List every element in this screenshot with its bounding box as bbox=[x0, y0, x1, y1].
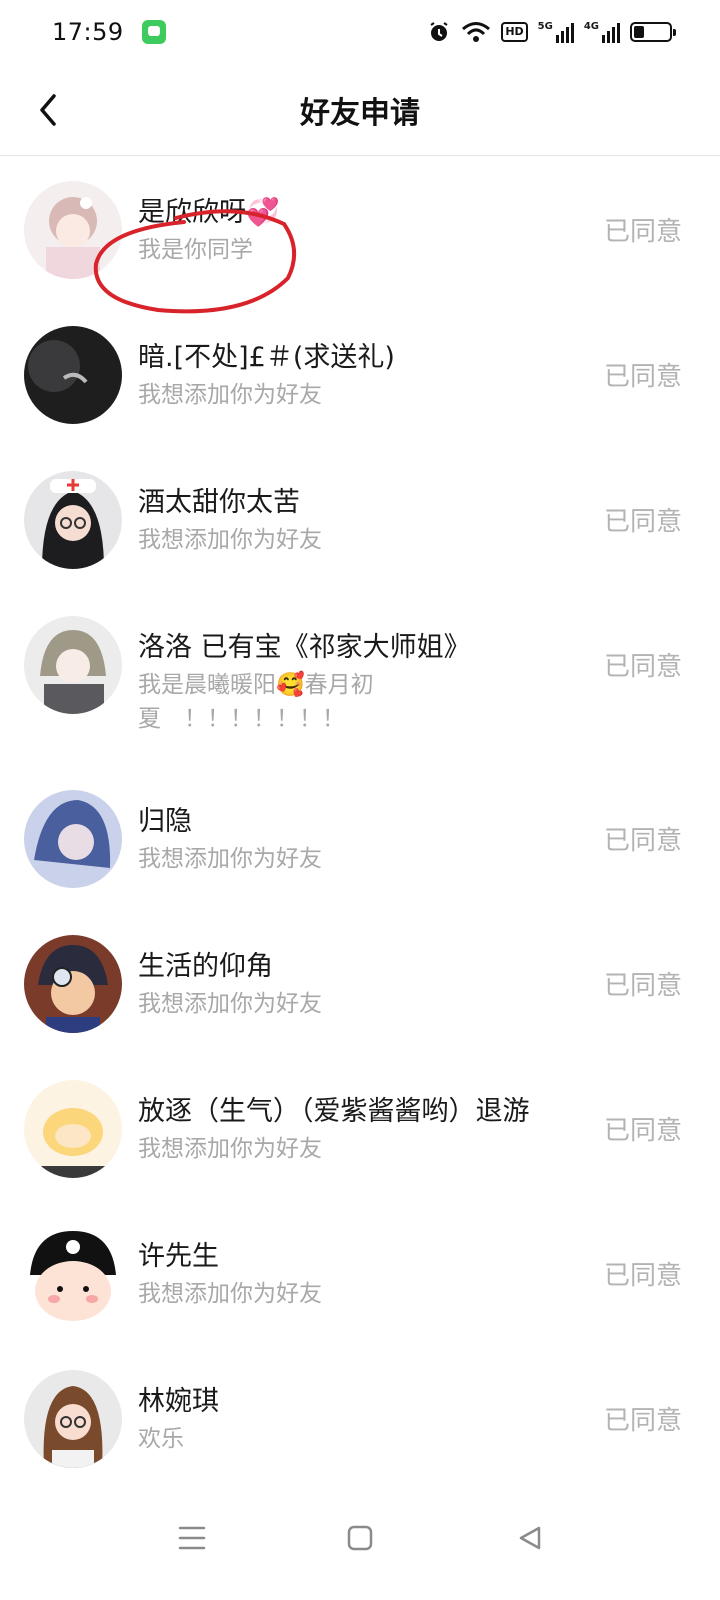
request-text: 归隐 我想添加你为好友 bbox=[138, 802, 588, 876]
hd-icon: HD bbox=[501, 22, 528, 42]
request-message: 我想添加你为好友 bbox=[138, 382, 322, 408]
request-text: 放逐（生气）（爱紫酱酱哟）退游 我想添加你为好友 bbox=[138, 1092, 588, 1166]
request-text: 酒太甜你太苦 我想添加你为好友 bbox=[138, 483, 588, 557]
request-row[interactable]: 放逐（生气）（爱紫酱酱哟）退游 我想添加你为好友 已同意 bbox=[0, 1056, 720, 1201]
avatar[interactable] bbox=[24, 1370, 122, 1468]
header: 好友申请 bbox=[0, 64, 720, 156]
signal-4g-label: 4G bbox=[583, 21, 599, 32]
request-row[interactable]: 洛洛 已有宝《祁家大师姐》 我是晨曦暖阳🥰春月初夏 ！！！！！！！ 已同意 bbox=[0, 592, 720, 766]
signal-5g-label: 5G bbox=[537, 21, 553, 32]
chevron-left-icon bbox=[40, 94, 56, 126]
back-triangle-icon bbox=[519, 1526, 541, 1550]
home-button[interactable] bbox=[340, 1518, 380, 1558]
request-name: 许先生 bbox=[138, 1241, 219, 1272]
wifi-icon bbox=[461, 20, 491, 44]
status-label: 已同意 bbox=[603, 1261, 682, 1291]
status-label: 已同意 bbox=[603, 507, 682, 537]
request-text: 许先生 我想添加你为好友 bbox=[138, 1237, 588, 1311]
request-row[interactable]: 暗.[不处]£＃(求送礼) 我想添加你为好友 已同意 bbox=[0, 302, 720, 447]
screen: 17:59 HD 5G 4G 好友申请 是欣欣呀💞 我是你同学 已同意 暗.[不… bbox=[0, 0, 720, 1600]
home-square-icon bbox=[347, 1525, 373, 1551]
request-name: 洛洛 已有宝《祁家大师姐》 bbox=[138, 632, 471, 663]
request-name: 放逐（生气）（爱紫酱酱哟）退游 bbox=[138, 1096, 530, 1127]
request-text: 洛洛 已有宝《祁家大师姐》 我是晨曦暖阳🥰春月初夏 ！！！！！！！ bbox=[138, 628, 588, 736]
request-name: 林婉琪 bbox=[138, 1386, 219, 1417]
menu-button[interactable] bbox=[172, 1518, 212, 1558]
status-label: 已同意 bbox=[603, 362, 682, 392]
avatar[interactable] bbox=[24, 181, 122, 279]
request-message: 我想添加你为好友 bbox=[138, 991, 322, 1017]
request-text: 是欣欣呀💞 我是你同学 bbox=[138, 193, 588, 267]
status-label: 已同意 bbox=[603, 826, 682, 856]
request-message: 我想添加你为好友 bbox=[138, 527, 322, 553]
page-title: 好友申请 bbox=[300, 95, 420, 131]
battery-icon bbox=[630, 22, 676, 42]
signal-5g-icon: 5G bbox=[538, 21, 574, 43]
avatar[interactable] bbox=[24, 616, 122, 714]
avatar[interactable] bbox=[24, 1080, 122, 1178]
status-label: 已同意 bbox=[603, 1116, 682, 1146]
back-button[interactable] bbox=[28, 90, 68, 130]
status-label: 已同意 bbox=[603, 971, 682, 1001]
back-nav-button[interactable] bbox=[510, 1518, 550, 1558]
request-row[interactable]: 归隐 我想添加你为好友 已同意 bbox=[0, 766, 720, 911]
request-name: 暗.[不处]£＃(求送礼) bbox=[138, 342, 395, 373]
request-message: 我想添加你为好友 bbox=[138, 1281, 322, 1307]
status-time: 17:59 bbox=[52, 18, 124, 46]
request-text: 暗.[不处]£＃(求送礼) 我想添加你为好友 bbox=[138, 338, 588, 412]
message-app-icon bbox=[141, 20, 166, 44]
avatar[interactable] bbox=[24, 1225, 122, 1323]
request-row[interactable]: 酒太甜你太苦 我想添加你为好友 已同意 bbox=[0, 447, 720, 592]
friend-request-list: 是欣欣呀💞 我是你同学 已同意 暗.[不处]£＃(求送礼) 我想添加你为好友 已… bbox=[0, 157, 720, 1491]
avatar[interactable] bbox=[24, 935, 122, 1033]
request-message: 我想添加你为好友 bbox=[138, 1136, 322, 1162]
system-nav-bar bbox=[0, 1478, 720, 1600]
status-label: 已同意 bbox=[603, 652, 682, 682]
request-message: 我是你同学 bbox=[138, 237, 253, 263]
request-text: 林婉琪 欢乐 bbox=[138, 1382, 588, 1456]
status-bar: 17:59 HD 5G 4G bbox=[0, 0, 720, 64]
avatar[interactable] bbox=[24, 471, 122, 569]
request-message: 我想添加你为好友 bbox=[138, 846, 322, 872]
status-label: 已同意 bbox=[603, 1406, 682, 1436]
request-message: 欢乐 bbox=[138, 1426, 184, 1452]
request-row[interactable]: 是欣欣呀💞 我是你同学 已同意 bbox=[0, 157, 720, 302]
request-name: 酒太甜你太苦 bbox=[138, 487, 300, 518]
alarm-icon bbox=[427, 20, 451, 44]
avatar[interactable] bbox=[24, 790, 122, 888]
status-icons: HD 5G 4G bbox=[427, 20, 676, 44]
request-message: 我是晨曦暖阳🥰春月初夏 ！！！！！！！ bbox=[138, 672, 374, 732]
avatar[interactable] bbox=[24, 326, 122, 424]
request-row[interactable]: 许先生 我想添加你为好友 已同意 bbox=[0, 1201, 720, 1346]
request-name: 生活的仰角 bbox=[138, 951, 273, 982]
signal-4g-icon: 4G bbox=[584, 21, 620, 43]
menu-icon bbox=[178, 1526, 206, 1550]
request-name: 是欣欣呀💞 bbox=[138, 197, 280, 228]
request-name: 归隐 bbox=[138, 806, 192, 837]
request-row[interactable]: 林婉琪 欢乐 已同意 bbox=[0, 1346, 720, 1491]
request-text: 生活的仰角 我想添加你为好友 bbox=[138, 947, 588, 1021]
status-label: 已同意 bbox=[603, 217, 682, 247]
request-row[interactable]: 生活的仰角 我想添加你为好友 已同意 bbox=[0, 911, 720, 1056]
